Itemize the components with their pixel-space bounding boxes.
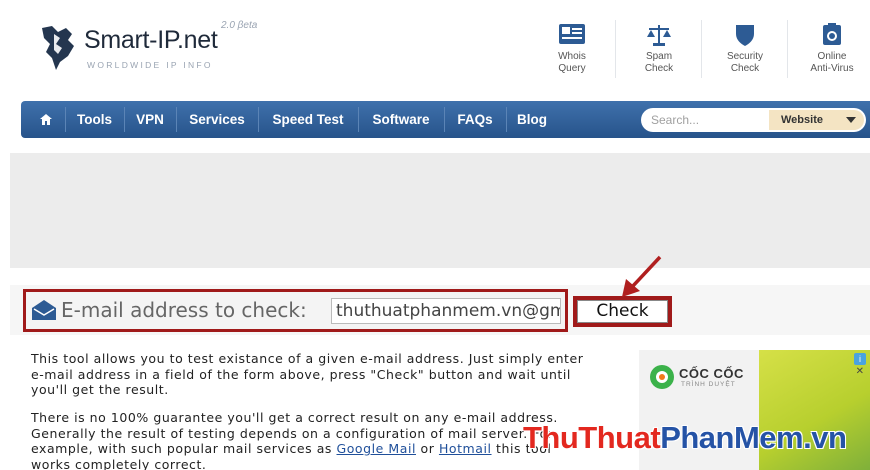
whois-icon xyxy=(559,24,585,44)
nav-item-tools[interactable]: Tools xyxy=(66,101,123,138)
watermark-part-1: ThuThuat xyxy=(523,420,661,455)
site-header: Smart-IP.net WORLDWIDE IP INFO 2.0 βeta … xyxy=(0,0,870,98)
banner-placeholder xyxy=(10,153,870,268)
nav-item-faqs[interactable]: FAQs xyxy=(445,101,505,138)
nav-item-vpn[interactable]: VPN xyxy=(125,101,175,138)
chevron-down-icon xyxy=(846,117,856,123)
scales-icon xyxy=(647,25,671,46)
toolbar-divider xyxy=(615,20,616,78)
camera-icon xyxy=(823,23,841,45)
envelope-icon xyxy=(32,300,56,320)
search-box: Website xyxy=(641,108,866,132)
tool-whois-query[interactable]: Whois Query xyxy=(532,22,612,75)
tool-whois-line1: Whois xyxy=(558,51,586,62)
email-field[interactable]: thuthuatphanmem.vn@gmail.com xyxy=(331,298,561,324)
home-icon xyxy=(40,114,52,125)
toolbar-divider xyxy=(701,20,702,78)
watermark: ThuThuatPhanMem.vn xyxy=(523,420,847,456)
description-text-2: or xyxy=(416,441,439,456)
hotmail-link[interactable]: Hotmail xyxy=(439,441,492,456)
site-version: 2.0 βeta xyxy=(221,20,258,31)
ad-info-icon[interactable]: i xyxy=(854,353,866,365)
ad-close-icon[interactable]: ✕ xyxy=(856,366,864,377)
nav-item-speed-test[interactable]: Speed Test xyxy=(259,101,357,138)
site-name[interactable]: Smart-IP.net xyxy=(84,26,218,55)
tool-security-check[interactable]: Security Check xyxy=(705,22,785,75)
tool-security-line2: Check xyxy=(730,63,760,74)
ad-brand-name: CỐC CỐC xyxy=(679,366,744,381)
email-field-label: E-mail address to check: xyxy=(61,298,307,322)
nav-item-software[interactable]: Software xyxy=(359,101,443,138)
tool-spam-line2: Check xyxy=(644,63,674,74)
logo-icon[interactable] xyxy=(38,22,80,72)
nav-item-services[interactable]: Services xyxy=(177,101,257,138)
description-intro: This tool allows you to test existance o… xyxy=(31,351,584,397)
shield-icon xyxy=(736,25,754,46)
site-tagline: WORLDWIDE IP INFO xyxy=(87,60,213,70)
watermark-part-2: PhanMem xyxy=(660,420,804,455)
toolbar-divider xyxy=(787,20,788,78)
check-button[interactable]: Check xyxy=(577,300,668,323)
annotation-arrow-icon xyxy=(622,255,662,297)
description-guarantee: There is no 100% guarantee you'll get a … xyxy=(31,410,586,470)
google-mail-link[interactable]: Google Mail xyxy=(337,441,417,456)
coccoc-logo-icon xyxy=(650,365,674,389)
tool-antivirus-line2: Anti-Virus xyxy=(810,63,854,74)
search-input[interactable] xyxy=(651,111,765,129)
tool-online-antivirus[interactable]: Online Anti-Virus xyxy=(792,22,870,75)
nav-home[interactable] xyxy=(29,101,63,138)
tool-spam-line1: Spam xyxy=(645,51,673,62)
tool-whois-line2: Query xyxy=(558,63,586,74)
tool-security-line1: Security xyxy=(726,51,764,62)
search-scope-label: Website xyxy=(781,114,823,126)
search-scope-select[interactable]: Website xyxy=(769,110,864,130)
tool-antivirus-line1: Online xyxy=(817,51,847,62)
watermark-part-3: .vn xyxy=(803,420,847,455)
main-nav: Tools VPN Services Speed Test Software F… xyxy=(21,101,870,138)
tool-spam-check[interactable]: Spam Check xyxy=(619,22,699,75)
nav-item-blog[interactable]: Blog xyxy=(507,101,557,138)
ad-brand-subtitle: TRÌNH DUYỆT xyxy=(681,381,736,388)
email-check-highlight: E-mail address to check: thuthuatphanmem… xyxy=(23,289,568,332)
